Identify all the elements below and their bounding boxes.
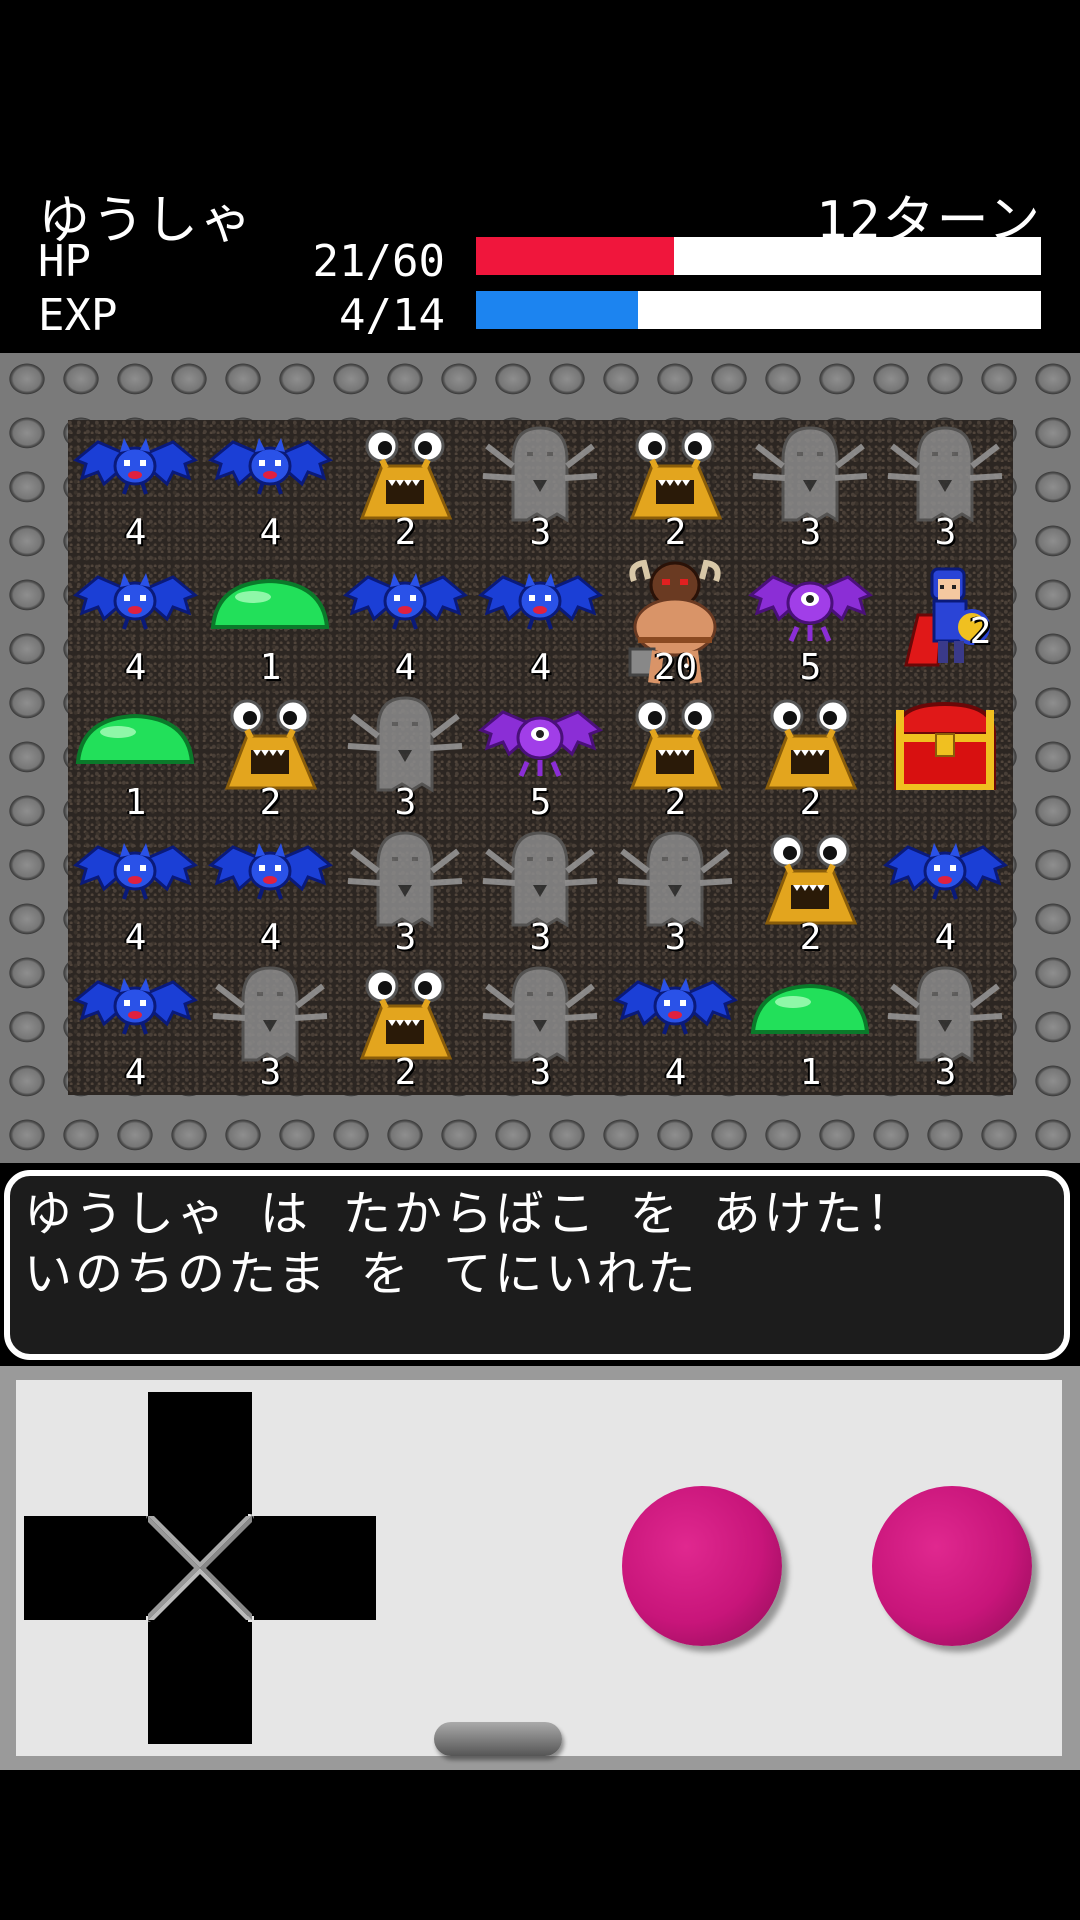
message-window: ゆうしゃ は たからばこ を あけた！ いのちのたま を てにいれた <box>4 1170 1070 1360</box>
select-button[interactable] <box>434 1722 562 1756</box>
ghost-tile[interactable]: 3 <box>473 960 608 1095</box>
tile-value: 2 <box>969 611 992 652</box>
tile-value: 2 <box>394 512 417 553</box>
tile-value: 5 <box>529 782 552 823</box>
tile-value: 2 <box>664 782 687 823</box>
treasure-sprite <box>893 701 997 790</box>
eyestalk-tile[interactable]: 2 <box>608 690 743 825</box>
bat-tile[interactable]: 4 <box>473 555 608 690</box>
purple-bat-tile[interactable]: 5 <box>473 690 608 825</box>
b-button[interactable] <box>622 1486 782 1646</box>
ghost-tile[interactable]: 3 <box>473 825 608 960</box>
bat-tile[interactable]: 4 <box>68 420 203 555</box>
bat-tile[interactable]: 4 <box>338 555 473 690</box>
status-panel: ゆうしゃ 12ターン HP 21/60 EXP 4/14 <box>0 170 1080 350</box>
eyestalk-tile[interactable]: 2 <box>338 960 473 1095</box>
tile-value: 3 <box>394 782 417 823</box>
tile-value: 3 <box>934 512 957 553</box>
tile-value: 3 <box>664 917 687 958</box>
eyestalk-tile[interactable]: 2 <box>743 690 878 825</box>
treasure-tile[interactable] <box>878 690 1013 825</box>
tile-value: 1 <box>259 647 282 688</box>
bat-tile[interactable]: 4 <box>203 825 338 960</box>
tile-value: 3 <box>934 1052 957 1093</box>
ghost-tile[interactable]: 3 <box>878 420 1013 555</box>
tile-value: 2 <box>799 782 822 823</box>
eyestalk-tile[interactable]: 2 <box>338 420 473 555</box>
eyestalk-tile[interactable]: 2 <box>743 825 878 960</box>
dungeon-grid[interactable]: 4 4 2 3 2 3 3 4 1 4 4 20 5 2 1 2 3 5 2 2… <box>68 420 1013 1095</box>
hp-bar-fill <box>476 237 674 275</box>
ghost-tile[interactable]: 3 <box>338 825 473 960</box>
eyestalk-tile[interactable]: 2 <box>608 420 743 555</box>
tile-value: 4 <box>934 917 957 958</box>
tile-value: 4 <box>124 647 147 688</box>
exp-bar-fill <box>476 291 638 329</box>
tile-value: 2 <box>394 1052 417 1093</box>
message-line-2: いのちのたま を てにいれた <box>24 1246 699 1302</box>
tile-value: 4 <box>664 1052 687 1093</box>
dpad-up[interactable] <box>148 1392 252 1514</box>
bat-tile[interactable]: 4 <box>68 960 203 1095</box>
bat-tile[interactable]: 4 <box>203 420 338 555</box>
tile-value: 5 <box>799 647 822 688</box>
tile-value: 3 <box>529 917 552 958</box>
tile-value: 3 <box>529 1052 552 1093</box>
purple-bat-tile[interactable]: 5 <box>743 555 878 690</box>
exp-bar <box>476 291 1041 329</box>
tile-value: 4 <box>124 917 147 958</box>
eyestalk-tile[interactable]: 2 <box>203 690 338 825</box>
tile-value: 3 <box>259 1052 282 1093</box>
hp-value: 21/60 <box>312 236 445 287</box>
bat-tile[interactable]: 4 <box>878 825 1013 960</box>
tile-value: 4 <box>529 647 552 688</box>
dpad-down[interactable] <box>148 1622 252 1744</box>
tile-value: 4 <box>124 1052 147 1093</box>
bat-tile[interactable]: 4 <box>68 555 203 690</box>
slime-tile[interactable]: 1 <box>203 555 338 690</box>
dpad-left[interactable] <box>24 1516 146 1620</box>
tile-value: 2 <box>799 917 822 958</box>
controller <box>0 1366 1080 1770</box>
tile-value: 2 <box>259 782 282 823</box>
bat-tile[interactable]: 4 <box>608 960 743 1095</box>
ghost-tile[interactable]: 3 <box>608 825 743 960</box>
hp-bar <box>476 237 1041 275</box>
exp-value: 4/14 <box>339 290 445 341</box>
a-button[interactable] <box>872 1486 1032 1646</box>
tile-value: 4 <box>259 512 282 553</box>
ghost-tile[interactable]: 3 <box>743 420 878 555</box>
slime-tile[interactable]: 1 <box>68 690 203 825</box>
ghost-tile[interactable]: 3 <box>878 960 1013 1095</box>
tile-value: 2 <box>664 512 687 553</box>
ghost-tile[interactable]: 3 <box>203 960 338 1095</box>
tile-value: 4 <box>124 512 147 553</box>
tile-value: 4 <box>394 647 417 688</box>
controller-face <box>16 1380 1062 1756</box>
tile-value: 3 <box>799 512 822 553</box>
dpad[interactable] <box>24 1392 376 1744</box>
tile-value: 3 <box>529 512 552 553</box>
tile-value: 3 <box>394 917 417 958</box>
ghost-tile[interactable]: 3 <box>338 690 473 825</box>
tile-value: 1 <box>124 782 147 823</box>
tile-value: 4 <box>259 917 282 958</box>
slime-tile[interactable]: 1 <box>743 960 878 1095</box>
message-line-1: ゆうしゃ は たからばこ を あけた！ <box>24 1186 917 1242</box>
dpad-right[interactable] <box>254 1516 376 1620</box>
minotaur-tile[interactable]: 20 <box>608 555 743 690</box>
hero-tile[interactable]: 2 <box>878 555 1013 690</box>
exp-label: EXP <box>38 290 118 341</box>
hp-label: HP <box>38 236 91 287</box>
bat-tile[interactable]: 4 <box>68 825 203 960</box>
ghost-tile[interactable]: 3 <box>473 420 608 555</box>
tile-value: 20 <box>653 647 698 688</box>
tile-value: 1 <box>799 1052 822 1093</box>
